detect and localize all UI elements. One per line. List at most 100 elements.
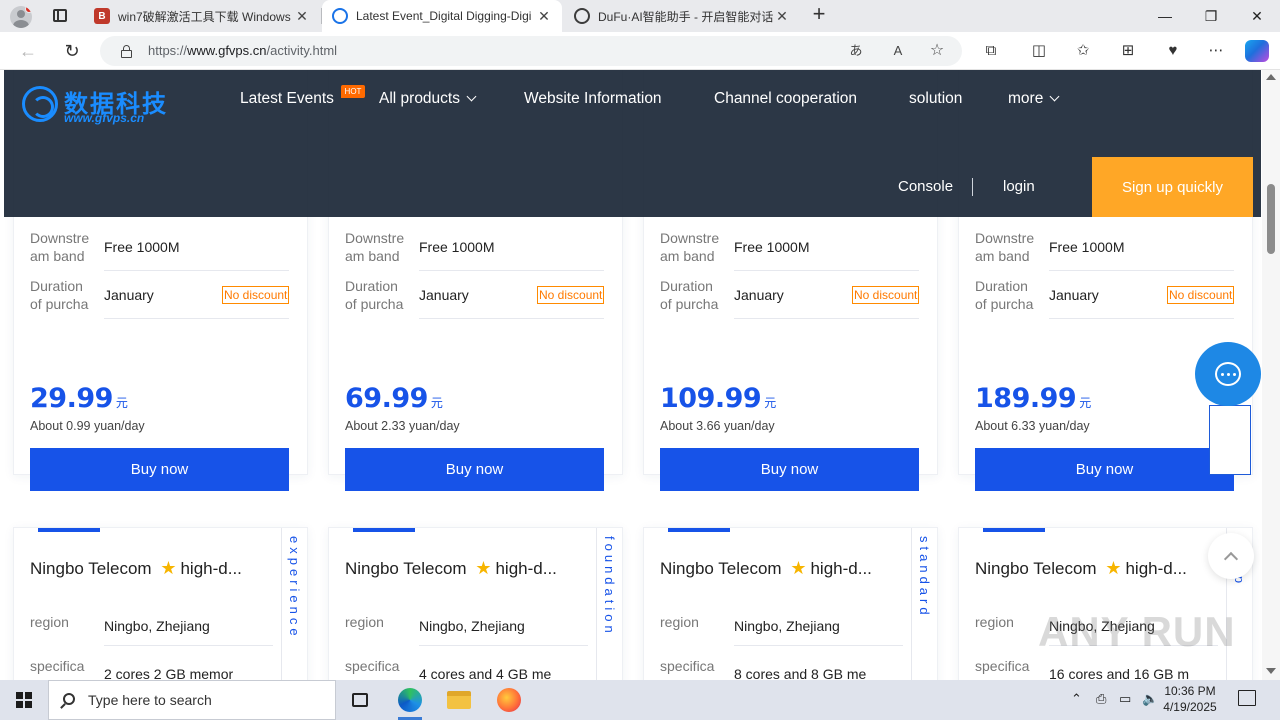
- browser-tab-1[interactable]: B win7破解激活工具下载 Windows ✕: [84, 0, 320, 32]
- buy-now-button[interactable]: Buy now: [345, 448, 604, 491]
- nav-latest-events[interactable]: Latest Events: [240, 90, 334, 108]
- scroll-up-arrow-icon[interactable]: [1266, 74, 1276, 80]
- favorites-icon[interactable]: ✩: [1072, 40, 1094, 62]
- address-bar[interactable]: https://www.gfvps.cn/activity.html あ A ☆: [100, 36, 962, 66]
- close-tab-icon[interactable]: ✕: [774, 8, 790, 25]
- chevron-down-icon: [466, 91, 477, 102]
- customer-service-panel[interactable]: [1209, 405, 1251, 475]
- product-card[interactable]: foundation Ningbo Telecom ★ high-d... reg…: [328, 527, 623, 680]
- scroll-down-arrow-icon[interactable]: [1266, 668, 1276, 674]
- search-icon: [63, 693, 75, 705]
- folder-icon: [447, 691, 471, 709]
- notifications-icon[interactable]: [1238, 690, 1256, 706]
- customer-service-icon[interactable]: [1195, 342, 1261, 406]
- buy-now-button[interactable]: Buy now: [975, 448, 1234, 491]
- tab-actions-icon[interactable]: [53, 9, 67, 22]
- duration-row: Duration of purchase January No discount: [975, 271, 1234, 319]
- tier-tag: standard: [911, 528, 937, 680]
- more-icon[interactable]: ⋯: [1205, 40, 1227, 62]
- performance-icon[interactable]: ♥: [1162, 40, 1184, 62]
- specification-label: specifica: [30, 658, 85, 674]
- nav-solution[interactable]: solution: [909, 90, 962, 108]
- login-link[interactable]: login: [1003, 178, 1035, 195]
- product-title[interactable]: Ningbo Telecom ★ high-d...: [975, 558, 1215, 579]
- minimize-window-button[interactable]: —: [1142, 0, 1188, 32]
- spec-label: Downstream bandwidth: [30, 230, 90, 264]
- price: 109.99 元: [660, 383, 776, 414]
- region-row: region Ningbo, Zhejiang: [660, 606, 903, 646]
- specification-value: 16 cores and 16 GB m: [1049, 666, 1190, 680]
- favorite-star-icon[interactable]: ☆: [927, 42, 947, 60]
- spec-label: Duration of purchase: [660, 278, 719, 312]
- sign-up-button[interactable]: Sign up quickly: [1092, 157, 1253, 217]
- copilot-icon[interactable]: [1245, 40, 1269, 62]
- browser-tab-2-active[interactable]: Latest Event_Digital Digging-Digi ✕: [322, 0, 562, 32]
- close-tab-icon[interactable]: ✕: [294, 8, 310, 25]
- lock-icon[interactable]: [121, 45, 132, 58]
- product-card[interactable]: standard Ningbo Telecom ★ high-d... regio…: [643, 527, 938, 680]
- browser-tab-3[interactable]: DuFu·AI智能助手 - 开启智能对话 ✕: [564, 0, 800, 32]
- back-button[interactable]: ←: [15, 39, 41, 63]
- region-value: Ningbo, Zhejiang: [104, 606, 273, 646]
- translate-icon[interactable]: あ: [846, 42, 866, 60]
- new-tab-button[interactable]: +: [808, 3, 830, 26]
- star-icon: ★: [160, 558, 177, 578]
- console-link[interactable]: Console: [898, 178, 953, 195]
- task-view-button[interactable]: [336, 680, 384, 720]
- product-title[interactable]: Ningbo Telecom ★ high-d...: [30, 558, 270, 579]
- specification-row: specifica 8 cores and 8 GB me: [660, 656, 903, 680]
- edge-icon: [398, 688, 422, 712]
- product-title[interactable]: Ningbo Telecom ★ high-d...: [345, 558, 585, 579]
- firefox-taskbar-button[interactable]: [485, 680, 533, 720]
- nav-website-information[interactable]: Website Information: [524, 90, 662, 108]
- spec-label: Downstream bandwidth: [345, 230, 405, 264]
- product-title[interactable]: Ningbo Telecom ★ high-d...: [660, 558, 900, 579]
- card-accent: [668, 528, 730, 532]
- start-button[interactable]: [0, 680, 48, 720]
- hot-badge: HOT: [341, 85, 365, 98]
- site-favicon-icon: B: [94, 8, 110, 24]
- task-view-icon: [352, 693, 368, 707]
- read-aloud-icon[interactable]: A: [888, 42, 908, 60]
- network-icon[interactable]: ▭: [1119, 691, 1131, 707]
- specification-value: 4 cores and 4 GB me: [419, 666, 552, 680]
- spec-value: Free 1000M: [1049, 223, 1234, 271]
- clock-time: 10:36 PM: [1164, 684, 1216, 698]
- page-scrollbar[interactable]: [1262, 70, 1280, 680]
- url-text[interactable]: https://www.gfvps.cn/activity.html: [148, 43, 337, 58]
- system-clock[interactable]: 10:36 PM 4/19/2025: [1150, 683, 1230, 715]
- region-label: region: [975, 614, 1014, 630]
- nav-more[interactable]: more: [1008, 90, 1060, 108]
- collections-icon[interactable]: ⊞: [1117, 40, 1139, 62]
- taskbar-search[interactable]: Type here to search: [48, 680, 336, 720]
- close-window-button[interactable]: ✕: [1234, 0, 1280, 32]
- region-value: Ningbo, Zhejiang: [734, 606, 903, 646]
- star-icon: ★: [475, 558, 492, 578]
- spec-label: Duration of purchase: [345, 278, 404, 312]
- price: 29.99 元: [30, 383, 128, 414]
- close-tab-icon[interactable]: ✕: [536, 8, 552, 25]
- extensions-icon[interactable]: ⧉: [980, 40, 1002, 62]
- split-screen-icon[interactable]: ◫: [1028, 40, 1050, 62]
- tab-title: Latest Event_Digital Digging-Digi: [356, 9, 532, 23]
- file-explorer-taskbar-button[interactable]: [435, 680, 483, 720]
- site-logo[interactable]: 数据科技 www.gfvps.cn: [22, 84, 172, 125]
- device-icon[interactable]: ⎙: [1096, 691, 1106, 707]
- product-card[interactable]: experience Ningbo Telecom ★ high-d... reg…: [13, 527, 308, 680]
- spec-label: Duration of purchase: [975, 278, 1034, 312]
- site-header: 数据科技 www.gfvps.cn Latest Events HOT All …: [4, 70, 1261, 217]
- browser-toolbar: ← ↻ https://www.gfvps.cn/activity.html あ…: [0, 32, 1280, 70]
- spec-label: Duration of purchase: [30, 278, 89, 312]
- back-to-top-button[interactable]: [1208, 533, 1254, 579]
- specification-row: specifica 2 cores 2 GB memor: [30, 656, 273, 680]
- buy-now-button[interactable]: Buy now: [30, 448, 289, 491]
- restore-window-button[interactable]: ❐: [1188, 0, 1234, 32]
- nav-all-products[interactable]: All products: [379, 90, 477, 108]
- nav-channel-cooperation[interactable]: Channel cooperation: [714, 90, 857, 108]
- edge-taskbar-button[interactable]: [386, 680, 434, 720]
- refresh-button[interactable]: ↻: [59, 39, 85, 63]
- scrollbar-thumb[interactable]: [1267, 184, 1275, 254]
- show-hidden-icons-chevron-icon[interactable]: ⌃: [1071, 691, 1082, 707]
- buy-now-button[interactable]: Buy now: [660, 448, 919, 491]
- profile-avatar-icon[interactable]: [10, 6, 32, 28]
